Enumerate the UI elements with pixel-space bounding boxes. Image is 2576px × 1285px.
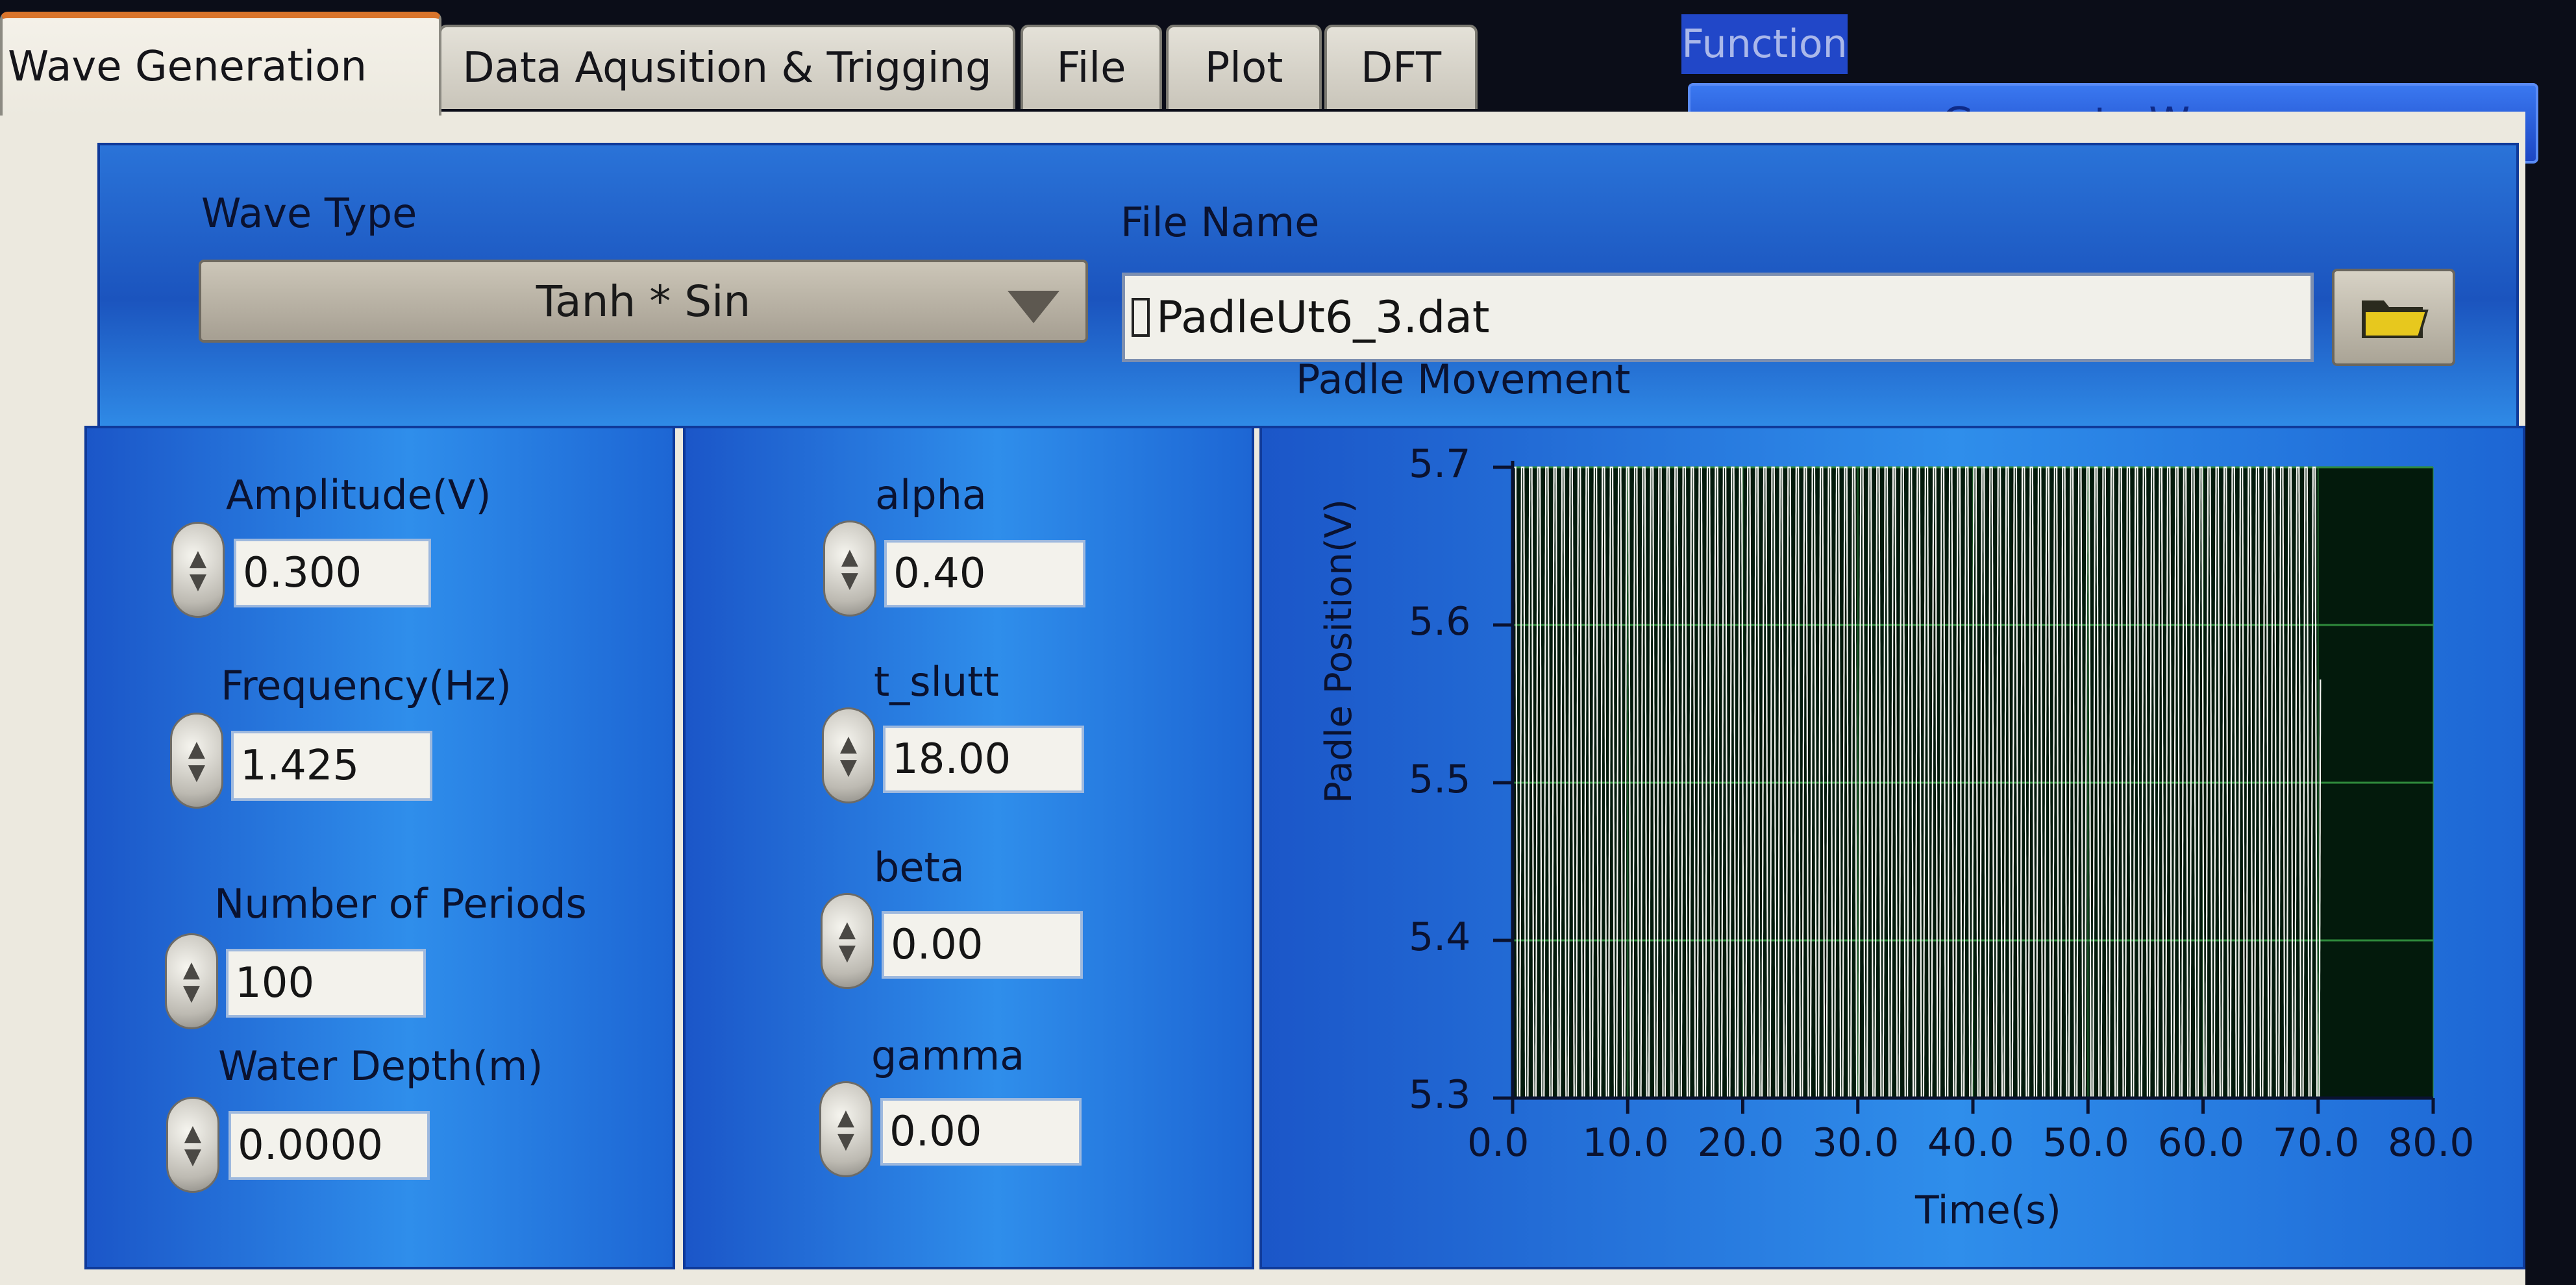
y-axis-label: Padle Position(V) <box>1318 499 1360 803</box>
y-tick-label: 5.7 <box>1409 441 1471 487</box>
y-tick-label: 5.4 <box>1409 914 1471 960</box>
x-tick-label: 60.0 <box>2157 1120 2245 1166</box>
y-tick-label: 5.5 <box>1409 757 1471 802</box>
x-tick-label: 0.0 <box>1467 1120 1530 1166</box>
x-tick-label: 80.0 <box>2388 1120 2475 1166</box>
series-line <box>1511 466 2322 1099</box>
x-tick-label: 30.0 <box>1812 1120 1900 1166</box>
x-tick-label: 70.0 <box>2272 1120 2360 1166</box>
y-tick-label: 5.3 <box>1409 1072 1471 1118</box>
padle-movement-chart <box>1493 461 2435 1114</box>
x-tick-label: 10.0 <box>1582 1120 1669 1166</box>
tab-wave-generation[interactable]: Wave Generation <box>0 12 441 116</box>
x-tick-label: 20.0 <box>1697 1120 1785 1166</box>
x-tick-label: 50.0 <box>2042 1120 2129 1166</box>
x-tick-label: 40.0 <box>1927 1120 2014 1166</box>
y-tick-label: 5.6 <box>1409 599 1471 644</box>
x-axis-label: Time(s) <box>1915 1188 2061 1233</box>
